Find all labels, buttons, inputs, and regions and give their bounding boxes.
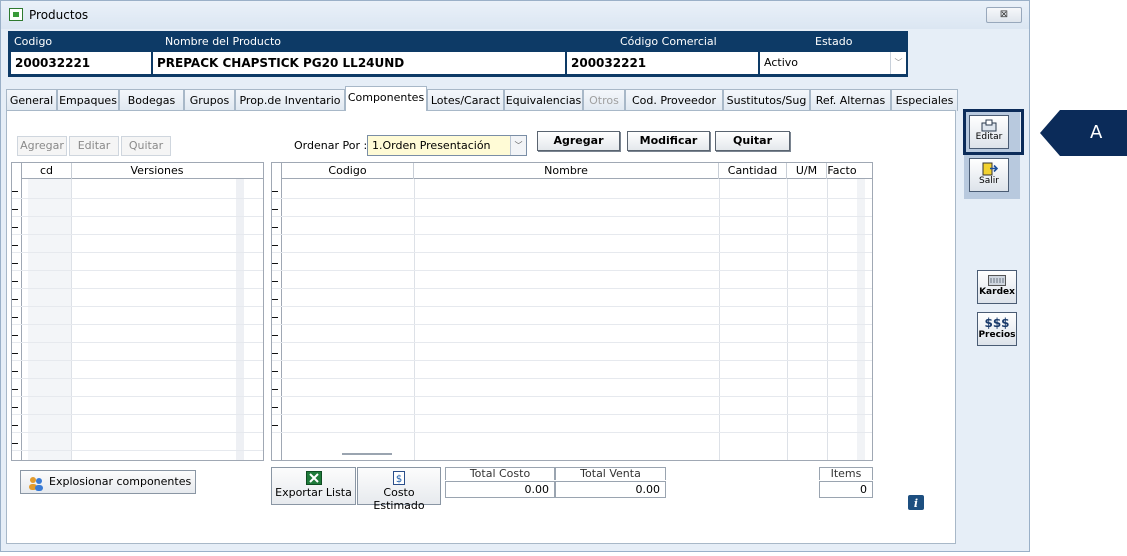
tab-general[interactable]: General	[6, 89, 57, 111]
callout-arrow-shape	[1040, 110, 1127, 156]
items-value: 0	[819, 481, 873, 498]
dollar-icon: $$$	[984, 316, 1010, 330]
items-label: Items	[819, 467, 873, 480]
nombre-field[interactable]: PREPACK CHAPSTICK PG20 LL24UND	[152, 51, 566, 75]
precios-label: Precios	[978, 330, 1016, 340]
kardex-icon	[988, 275, 1006, 286]
explosionar-label: Explosionar componentes	[49, 475, 192, 488]
row-indicator-column	[12, 163, 22, 460]
codigo-field[interactable]: 200032221	[10, 51, 152, 75]
col-codigo[interactable]: Codigo	[282, 163, 414, 179]
tab-grupos[interactable]: Grupos	[184, 89, 235, 111]
exportar-label: Exportar Lista	[275, 486, 352, 499]
total-venta-label: Total Venta	[555, 467, 666, 480]
components-grid-header: Codigo Nombre Cantidad U/M Facto	[282, 163, 872, 179]
comercial-field[interactable]: 200032221	[566, 51, 759, 75]
exportar-lista-button[interactable]: Exportar Lista	[271, 467, 356, 505]
versions-scrollbar[interactable]	[236, 179, 244, 460]
nombre-label: Nombre del Producto	[165, 35, 281, 48]
quitar-version-button[interactable]: Quitar	[121, 136, 171, 156]
components-grid[interactable]: Codigo Nombre Cantidad U/M Facto	[271, 162, 873, 461]
total-costo-label: Total Costo	[445, 467, 555, 480]
chevron-down-icon: ﹀	[890, 52, 906, 74]
total-costo-value: 0.00	[445, 481, 555, 498]
app-icon	[9, 8, 23, 21]
col-nombre[interactable]: Nombre	[414, 163, 719, 179]
tab-ref-alternas[interactable]: Ref. Alternas	[810, 89, 891, 111]
productos-window: Productos ⊠ Codigo Nombre del Producto C…	[0, 0, 1030, 552]
svg-text:$: $	[396, 474, 402, 485]
estado-select[interactable]: Activo ﹀	[759, 51, 907, 75]
selection-highlight	[963, 109, 1024, 155]
agregar-button[interactable]: Agregar	[537, 131, 620, 151]
col-cantidad[interactable]: Cantidad	[719, 163, 787, 179]
comercial-label: Código Comercial	[620, 35, 717, 48]
modificar-button[interactable]: Modificar	[627, 131, 710, 151]
info-icon[interactable]: i	[908, 495, 924, 510]
costo-estimado-label: Costo Estimado	[373, 486, 425, 512]
callout-label: A	[1090, 122, 1103, 143]
tab-componentes[interactable]: Componentes	[345, 86, 427, 111]
tab-prop-inventario[interactable]: Prop.de Inventario	[235, 89, 345, 111]
quitar-button[interactable]: Quitar	[715, 131, 790, 151]
tab-lotes[interactable]: Lotes/Caract	[427, 89, 504, 111]
precios-button[interactable]: $$$ Precios	[977, 312, 1017, 346]
col-versiones[interactable]: Versiones	[72, 163, 242, 179]
kardex-label: Kardex	[979, 287, 1015, 297]
versions-grid-header: cd Versiones	[22, 163, 263, 179]
agregar-version-button[interactable]: Agregar	[17, 136, 67, 156]
estado-label: Estado	[815, 35, 853, 48]
col-factor[interactable]: Facto	[827, 163, 857, 179]
window-title: Productos	[29, 8, 89, 22]
versions-grid[interactable]: cd Versiones	[11, 162, 264, 461]
row-indicator-column	[272, 163, 282, 460]
ordenar-label: Ordenar Por :	[294, 139, 368, 152]
componentes-panel: Agregar Editar Quitar Ordenar Por : 1.Or…	[6, 110, 956, 544]
editar-version-button[interactable]: Editar	[69, 136, 119, 156]
cost-document-icon: $	[393, 471, 405, 485]
callout-marker: A	[1040, 110, 1127, 156]
col-um[interactable]: U/M	[787, 163, 827, 179]
col-cd[interactable]: cd	[22, 163, 72, 179]
product-header: Codigo Nombre del Producto Código Comerc…	[8, 31, 908, 77]
tab-especiales[interactable]: Especiales	[891, 89, 958, 111]
estado-value: Activo	[764, 56, 798, 69]
total-venta-value: 0.00	[555, 481, 666, 498]
tab-empaques[interactable]: Empaques	[57, 89, 119, 111]
salir-label: Salir	[979, 176, 999, 186]
tab-bodegas[interactable]: Bodegas	[119, 89, 184, 111]
exit-door-icon	[982, 162, 998, 176]
ordenar-select[interactable]: 1.Orden Presentación ﹀	[367, 135, 527, 156]
close-button[interactable]: ⊠	[986, 7, 1022, 23]
tab-cod-proveedor[interactable]: Cod. Proveedor	[625, 89, 723, 111]
tab-sustitutos[interactable]: Sustitutos/Sug	[723, 89, 810, 111]
tab-equivalencias[interactable]: Equivalencias	[504, 89, 583, 111]
tab-otros[interactable]: Otros	[583, 89, 625, 111]
codigo-label: Codigo	[14, 35, 53, 48]
explosionar-button[interactable]: Explosionar componentes	[20, 470, 196, 494]
horizontal-scroll-thumb[interactable]	[342, 453, 392, 455]
components-scrollbar[interactable]	[857, 179, 865, 460]
excel-icon	[305, 471, 322, 485]
title-bar: Productos ⊠	[1, 1, 1029, 29]
salir-button[interactable]: Salir	[969, 158, 1009, 192]
chevron-down-icon: ﹀	[510, 136, 526, 155]
kardex-button[interactable]: Kardex	[977, 270, 1017, 304]
ordenar-value: 1.Orden Presentación	[372, 139, 491, 152]
costo-estimado-button[interactable]: $ Costo Estimado	[357, 467, 441, 512]
svg-text:i: i	[914, 497, 918, 510]
people-icon	[29, 477, 43, 491]
